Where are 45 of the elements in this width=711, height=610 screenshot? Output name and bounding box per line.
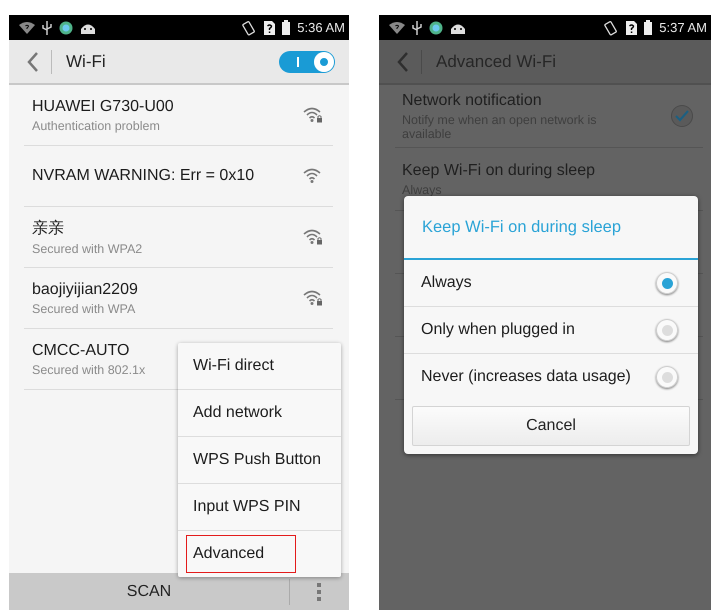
status-time: 5:37 AM — [659, 20, 707, 35]
network-name[interactable]: 亲亲 — [32, 218, 142, 239]
usb-icon — [42, 20, 52, 34]
radio-button[interactable] — [656, 366, 678, 388]
radio-button[interactable] — [656, 272, 678, 294]
status-time: 5:36 AM — [297, 20, 345, 35]
network-status: Secured with WPA — [32, 302, 136, 316]
checkmark-icon — [675, 110, 689, 122]
dialog-title: Keep Wi-Fi on during sleep — [404, 196, 698, 260]
network-name[interactable]: CMCC-AUTO — [32, 342, 146, 360]
back-icon[interactable] — [27, 52, 39, 72]
wifi-question-icon — [19, 22, 35, 34]
network-name[interactable]: baojiyijian2209 — [32, 280, 138, 298]
vibrate-icon — [603, 20, 620, 36]
android-icon — [80, 22, 96, 34]
wifi-toggle[interactable] — [279, 50, 335, 72]
option-label[interactable]: Never (increases data usage) — [421, 368, 631, 386]
app-icon — [429, 20, 443, 34]
radio-button[interactable] — [656, 319, 678, 341]
battery-icon — [282, 20, 290, 35]
cancel-button[interactable]: Cancel — [412, 406, 690, 446]
option-label[interactable]: Always — [421, 274, 472, 292]
network-name[interactable]: NVRAM WARNING: Err = 0x10 — [32, 167, 254, 185]
menu-item[interactable]: Add network — [186, 394, 289, 432]
network-status: Secured with WPA2 — [32, 242, 142, 256]
menu-item[interactable]: Input WPS PIN — [186, 488, 308, 526]
overflow-menu-icon[interactable] — [317, 582, 321, 600]
menu-item[interactable]: Wi-Fi direct — [186, 347, 281, 385]
sim-icon — [626, 20, 638, 34]
menu-item[interactable]: Advanced — [186, 535, 296, 573]
usb-icon — [412, 20, 422, 34]
vibrate-icon — [241, 20, 258, 36]
app-icon — [59, 20, 73, 34]
sim-icon — [264, 20, 276, 34]
network-status: Secured with 802.1x — [32, 362, 146, 376]
network-status: Authentication problem — [32, 118, 161, 132]
network-name[interactable]: HUAWEI G730-U00 — [32, 98, 174, 116]
menu-item[interactable]: WPS Push Button — [186, 441, 328, 479]
back-icon[interactable] — [397, 52, 409, 72]
option-label[interactable]: Only when plugged in — [421, 321, 575, 339]
wifi-question-icon — [389, 22, 405, 34]
screen-title: Wi-Fi — [66, 52, 106, 72]
battery-icon — [644, 20, 652, 35]
checkbox[interactable] — [671, 105, 693, 127]
android-icon — [450, 22, 466, 34]
